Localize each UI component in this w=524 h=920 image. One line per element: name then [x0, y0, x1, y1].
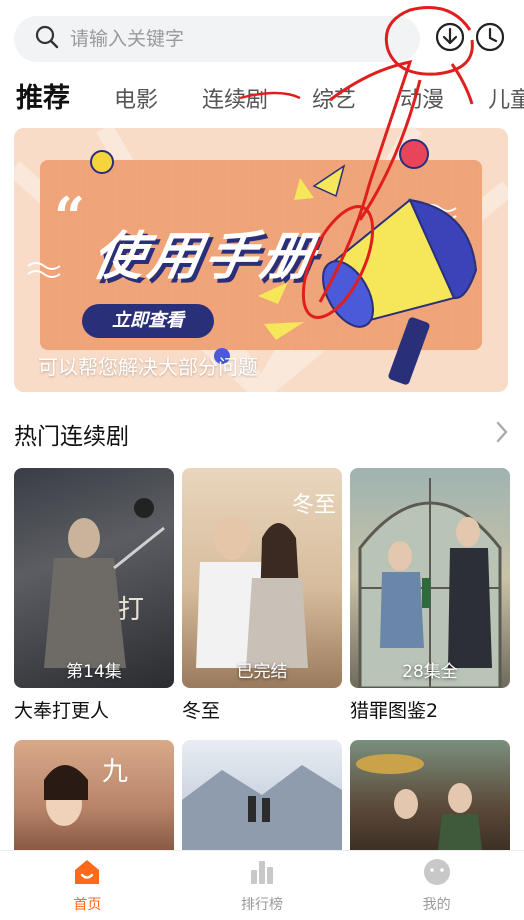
chevron-right-icon[interactable] — [494, 420, 510, 448]
category-tabs: 推荐 电影 连续剧 综艺 动漫 儿童 — [16, 76, 524, 116]
poster-image[interactable]: 28集全 — [350, 468, 510, 688]
poster-image[interactable]: 冬至 已完结 — [182, 468, 342, 688]
nav-ranking[interactable]: 排行榜 — [202, 858, 322, 914]
nav-label-profile: 我的 — [422, 896, 451, 913]
tab-variety[interactable]: 综艺 — [312, 82, 356, 114]
poster-row: 打 第14集 大奉打更人 冬至 已完结 冬至 28集全 猎罪图鉴2 — [14, 468, 510, 723]
banner-button[interactable]: 立即查看 — [82, 304, 214, 338]
episode-badge: 第14集 — [66, 662, 122, 682]
poster-image[interactable] — [350, 740, 510, 850]
svg-text:“: “ — [54, 185, 85, 249]
poster-title: 猎罪图鉴2 — [350, 700, 439, 722]
banner-caption: 可以帮您解决大部分问题 — [38, 355, 258, 379]
poster-title: 大奉打更人 — [14, 700, 110, 722]
nav-home[interactable]: 首页 — [27, 858, 147, 914]
clock-icon — [474, 21, 506, 57]
poster-row-2: 九 — [14, 740, 510, 850]
poster-card[interactable]: 冬至 已完结 冬至 — [182, 468, 342, 723]
bottom-nav: 首页 排行榜 我的 — [0, 850, 524, 920]
poster-art: 冬至 — [196, 493, 336, 668]
home-icon — [72, 858, 102, 890]
svg-text:九: 九 — [102, 757, 128, 787]
poster-art — [356, 754, 482, 850]
search-box[interactable] — [14, 16, 420, 62]
svg-text:冬至: 冬至 — [292, 493, 336, 518]
svg-text:打: 打 — [118, 595, 144, 625]
banner-headline: 使用手册 — [87, 227, 323, 287]
section-header[interactable]: 热门连续剧 — [14, 416, 510, 452]
poster-title: 冬至 — [182, 700, 221, 722]
episode-badge: 已完结 — [236, 662, 288, 682]
bar-chart-icon — [247, 858, 277, 890]
search-icon — [34, 24, 60, 54]
tab-recommend[interactable]: 推荐 — [16, 76, 70, 115]
tab-series[interactable]: 连续剧 — [202, 82, 268, 114]
promo-banner[interactable]: “ 使用手册 立即查看 可以帮您解决大部分问题 — [14, 128, 508, 392]
tab-kids[interactable]: 儿童 — [488, 82, 524, 114]
poster-art — [358, 478, 502, 688]
poster-image[interactable]: 打 第14集 — [14, 468, 174, 688]
poster-art: 九 — [44, 757, 128, 826]
poster-image[interactable]: 九 — [14, 740, 174, 850]
tab-anime[interactable]: 动漫 — [400, 82, 444, 114]
profile-icon — [422, 858, 452, 890]
episode-badge: 28集全 — [402, 662, 458, 682]
nav-label-home: 首页 — [73, 896, 102, 913]
tab-movies[interactable]: 电影 — [114, 82, 158, 114]
poster-image[interactable] — [182, 740, 342, 850]
poster-art: 打 — [44, 498, 165, 668]
section-title: 热门连续剧 — [14, 424, 129, 450]
search-input[interactable] — [70, 28, 350, 50]
nav-label-ranking: 排行榜 — [240, 896, 283, 913]
poster-card[interactable]: 28集全 猎罪图鉴2 — [350, 468, 510, 723]
download-icon — [434, 21, 466, 57]
history-button[interactable] — [470, 16, 510, 62]
search-row — [14, 16, 510, 62]
download-button[interactable] — [430, 16, 470, 62]
poster-card[interactable]: 打 第14集 大奉打更人 — [14, 468, 174, 723]
poster-art — [182, 765, 342, 850]
nav-profile[interactable]: 我的 — [377, 858, 497, 914]
